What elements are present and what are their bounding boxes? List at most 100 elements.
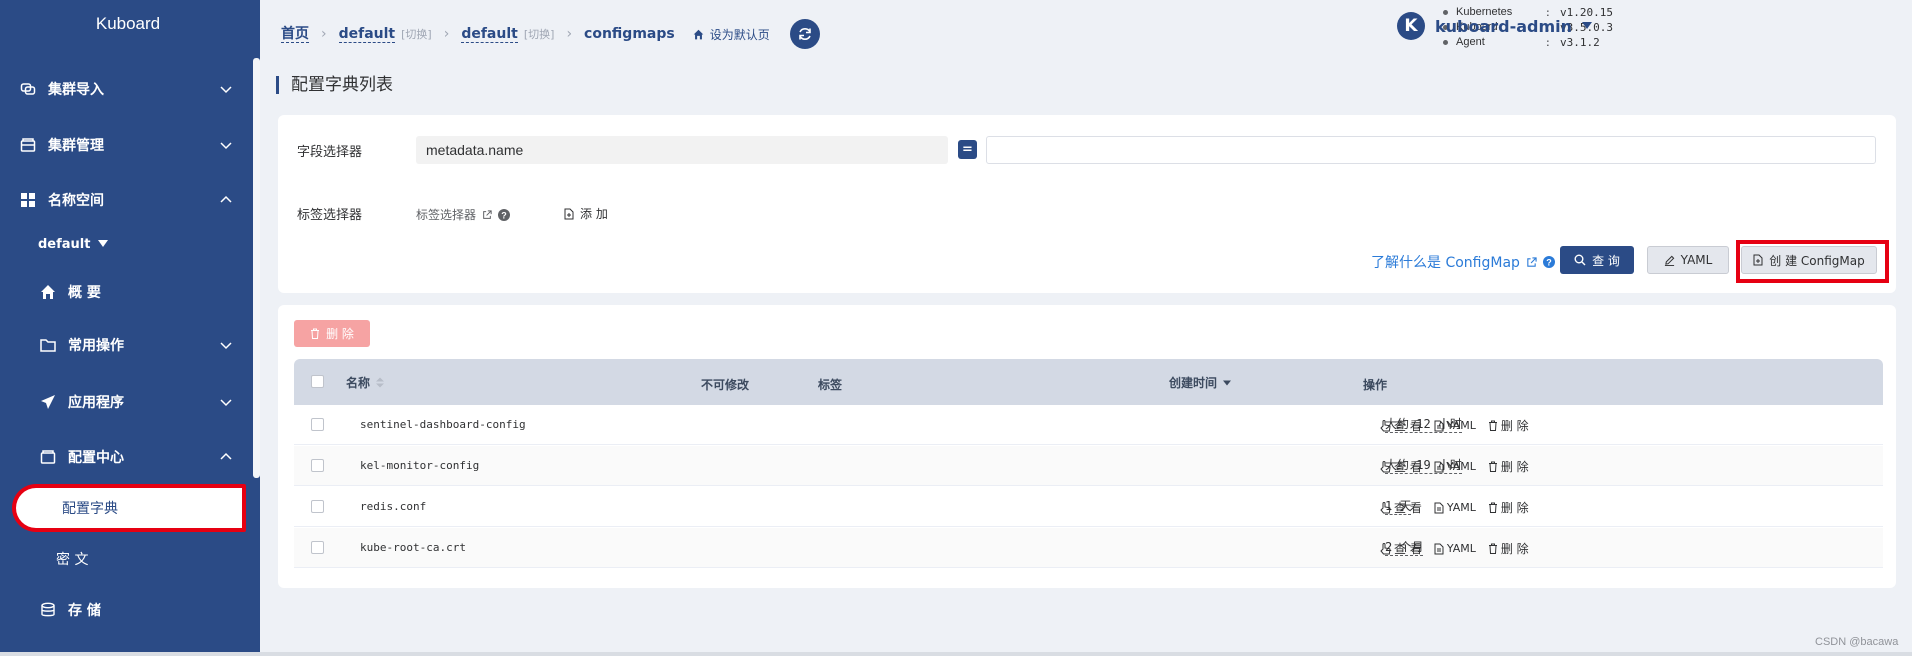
yaml-label: YAML — [1446, 542, 1476, 555]
bulk-delete-button[interactable]: 删 除 — [294, 320, 370, 347]
document-icon — [1434, 543, 1444, 554]
operator-badge[interactable]: = — [958, 140, 977, 159]
set-default-page-button[interactable]: 设为默认页 — [693, 26, 770, 43]
configmap-help-link[interactable]: 了解什么是 ConfigMap ? — [1371, 252, 1555, 272]
configmap-name-link[interactable]: kel-monitor-config — [360, 459, 479, 472]
sidebar-scrollbar[interactable] — [253, 58, 260, 478]
row-yaml-button[interactable]: YAML — [1434, 458, 1476, 475]
sidebar-item-applications[interactable]: 应用程序 — [0, 382, 250, 422]
yaml-label: YAML — [1446, 460, 1476, 473]
breadcrumb-namespace[interactable]: default — [461, 26, 518, 43]
row-checkbox[interactable] — [311, 459, 324, 472]
sidebar-item-common-ops[interactable]: 常用操作 — [0, 325, 250, 365]
box-icon — [40, 449, 56, 465]
row-actions: 查 看 YAML 删 除 — [1380, 458, 1529, 475]
row-delete-button[interactable]: 删 除 — [1488, 540, 1529, 557]
document-icon — [1434, 461, 1444, 472]
column-created-label: 创建时间 — [1169, 376, 1218, 390]
configmap-name-link[interactable]: sentinel-dashboard-config — [360, 418, 526, 431]
chevron-down-icon — [218, 394, 234, 410]
table-row: kube-root-ca.crt 2 个月查 看 YAML 删 除 — [294, 528, 1883, 568]
document-icon — [1434, 420, 1444, 431]
query-button[interactable]: 查 询 — [1560, 246, 1634, 274]
column-header-created[interactable]: 创建时间 — [1169, 374, 1232, 391]
chevron-right-icon: › — [443, 26, 450, 42]
sidebar-item-config-center[interactable]: 配置中心 — [0, 437, 250, 477]
user-menu[interactable]: K kuboard-admin — [1397, 12, 1593, 40]
breadcrumb: 首页 › default [切换] › default [切换] › confi… — [281, 19, 820, 49]
bulk-delete-label: 删 除 — [326, 327, 354, 341]
field-value-input[interactable] — [986, 136, 1876, 164]
sidebar-item-label: 配置字典 — [62, 501, 118, 517]
chevron-down-icon — [218, 137, 234, 153]
refresh-button[interactable] — [789, 19, 820, 49]
row-actions: 查 看 YAML 删 除 — [1380, 417, 1529, 434]
svg-text:?: ? — [1546, 258, 1552, 268]
view-button[interactable]: 查 看 — [1380, 417, 1422, 434]
hand-pointer-icon — [1380, 460, 1391, 472]
help-link-text: 了解什么是 ConfigMap — [1371, 255, 1520, 271]
avatar: K — [1397, 12, 1425, 40]
caret-down-icon — [1582, 22, 1593, 29]
row-delete-button[interactable]: 删 除 — [1488, 417, 1529, 434]
cluster-switch-link[interactable]: [切换] — [401, 26, 432, 42]
row-delete-button[interactable]: 删 除 — [1488, 458, 1529, 475]
sidebar: Kuboard 集群导入 集群管理 名称空间 default 概 要 常用操作 … — [0, 0, 260, 652]
row-delete-button[interactable]: 删 除 — [1488, 499, 1529, 516]
namespace-select[interactable]: default — [38, 237, 109, 252]
sidebar-item-namespace[interactable]: 名称空间 — [0, 180, 250, 220]
namespace-switch-link[interactable]: [切换] — [524, 26, 555, 42]
delete-label: 删 除 — [1500, 542, 1529, 556]
document-plus-icon — [564, 208, 574, 219]
row-actions: 查 看 YAML 删 除 — [1380, 540, 1529, 557]
create-configmap-button[interactable]: 创 建 ConfigMap — [1741, 246, 1877, 274]
sidebar-item-cluster-manage[interactable]: 集群管理 — [0, 125, 250, 165]
row-yaml-button[interactable]: YAML — [1434, 499, 1476, 516]
view-button[interactable]: 查 看 — [1380, 458, 1422, 475]
configmap-name-link[interactable]: redis.conf — [360, 500, 426, 513]
row-checkbox[interactable] — [311, 418, 324, 431]
view-button[interactable]: 查 看 — [1380, 499, 1422, 516]
sidebar-item-label: 应用程序 — [68, 395, 124, 411]
home-icon — [693, 29, 704, 39]
row-checkbox[interactable] — [311, 500, 324, 513]
row-yaml-button[interactable]: YAML — [1434, 540, 1476, 557]
configmap-table-panel: 删 除 名称 不可修改 标签 创建时间 操作 sentinel-dashboar… — [278, 305, 1896, 588]
select-all-checkbox[interactable] — [311, 375, 324, 388]
column-header-name[interactable]: 名称 — [346, 374, 385, 391]
breadcrumb-home[interactable]: 首页 — [281, 26, 309, 43]
table-row: redis.conf 1 天查 看 YAML 删 除 — [294, 487, 1883, 527]
sidebar-item-storage[interactable]: 存 储 — [0, 590, 250, 630]
external-link-icon — [483, 209, 492, 219]
row-yaml-button[interactable]: YAML — [1434, 417, 1476, 434]
hand-pointer-icon — [1380, 501, 1391, 513]
sidebar-item-configmap[interactable]: 配置字典 — [12, 484, 246, 532]
breadcrumb-cluster[interactable]: default — [338, 26, 396, 43]
send-icon — [40, 394, 56, 410]
bottom-bar — [0, 652, 1912, 656]
trash-icon — [311, 328, 320, 339]
user-name: kuboard-admin — [1435, 16, 1573, 36]
add-label-button[interactable]: 添 加 — [564, 205, 608, 222]
trash-icon — [1488, 543, 1497, 554]
app-logo: Kuboard — [95, 14, 161, 33]
view-button[interactable]: 查 看 — [1380, 540, 1422, 557]
sidebar-item-secret[interactable]: 密 文 — [56, 549, 88, 569]
yaml-button[interactable]: YAML — [1647, 246, 1729, 274]
view-label: 查 看 — [1394, 542, 1422, 556]
svg-text:?: ? — [501, 210, 507, 220]
help-icon[interactable]: ? — [498, 208, 511, 221]
sort-icon — [376, 377, 385, 388]
label-selector-link[interactable]: 标签选择器 ? — [416, 206, 511, 223]
table-row: sentinel-dashboard-config 大约 12 小时查 看 YAML… — [294, 405, 1883, 445]
field-selector-input[interactable]: metadata.name — [416, 136, 948, 164]
row-checkbox[interactable] — [311, 541, 324, 554]
configmap-name-link[interactable]: kube-root-ca.crt — [360, 541, 466, 554]
help-icon: ? — [1542, 256, 1555, 268]
sidebar-item-cluster-import[interactable]: 集群导入 — [0, 69, 250, 109]
sidebar-item-label: 存 储 — [68, 603, 101, 619]
label-selector-label: 标签选择器 — [297, 208, 363, 223]
sidebar-item-overview[interactable]: 概 要 — [0, 272, 250, 312]
chevron-up-icon — [218, 192, 234, 208]
yaml-label: YAML — [1446, 501, 1476, 514]
